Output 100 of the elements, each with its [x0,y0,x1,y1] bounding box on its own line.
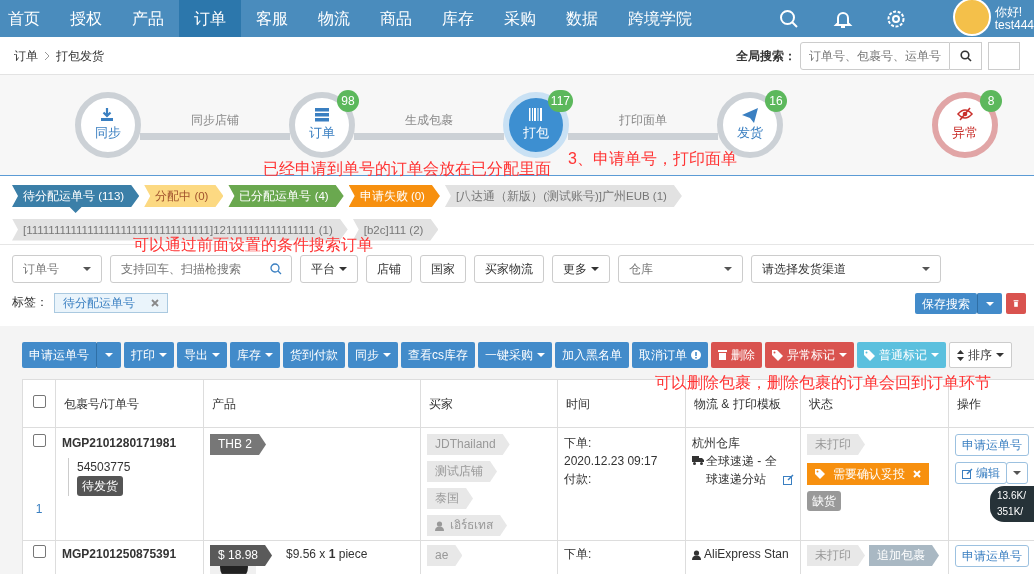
toolbar-button[interactable]: 一键采购 [478,342,552,368]
action-button[interactable]: 申请运单号 [955,545,1029,567]
dropdown-toggle[interactable] [977,293,1002,314]
status-tab[interactable]: 申请失败 (0) [348,185,440,207]
trash-icon [1013,298,1019,309]
nav-tab[interactable]: 授权 [55,0,117,37]
toolbar-button[interactable]: 货到付款 [283,342,345,368]
caret-icon [265,353,273,357]
user-icon [692,549,701,560]
toolbar-button[interactable]: 排序 [949,342,1012,368]
nav-tab[interactable]: 采购 [489,0,551,37]
nav-tab[interactable]: 产品 [117,0,179,37]
column-header: 状态 [809,396,833,411]
avatar[interactable] [952,0,991,36]
filter-button[interactable]: 店铺 [366,255,412,283]
dropdown-toggle[interactable] [96,342,121,368]
toolbar-button[interactable]: 取消订单 [632,342,708,368]
delete-button[interactable] [1006,293,1026,314]
checkbox[interactable] [32,434,46,447]
status-tab[interactable]: 已分配运单号 (4) [228,185,344,207]
status-tag: 未打印 [807,545,865,566]
status-tab[interactable]: 待分配运单号 (113) [12,185,140,213]
warehouse-text: 杭州仓库 [692,435,741,452]
time-text: 下单: [564,435,593,452]
count-badge: 8 [980,90,1002,112]
filter-button[interactable]: 买家物流 [474,255,544,283]
select-field[interactable]: 仓库 [618,255,743,283]
search-icon [270,263,282,275]
toolbar-button[interactable]: 异常标记 [765,342,854,368]
tag-chip[interactable]: 待分配运单号 [54,293,168,313]
step-circle[interactable]: 同步 [75,92,141,158]
edit-icon [962,467,973,479]
tag-icon [864,349,875,361]
step-label: 同步 [95,124,121,143]
toolbar-button[interactable]: 普通标记 [857,342,946,368]
select-field[interactable]: 订单号 [12,255,102,283]
buyer-tag: 泰国 [427,488,473,509]
breadcrumb-link[interactable]: 订单 [14,46,38,65]
select-field[interactable]: 请选择发货渠道 [751,255,941,283]
close-icon [913,470,921,478]
step-label: 发货 [737,124,763,143]
nav-tab[interactable]: 跨境学院 [613,0,707,37]
breadcrumb-current: 打包发货 [56,47,104,65]
toolbar-button[interactable]: 申请运单号 [22,342,96,368]
column-header: 物流 & 打印模板 [694,396,781,411]
package-number[interactable]: MGP2101280171981 [62,434,197,452]
product-quantity: $9.56 x 1 piece [286,546,368,563]
buyer-tag: ae [427,545,463,566]
shipping-text: AliExpress Stan [704,547,789,561]
nav-tab[interactable]: 首页 [0,0,55,37]
connector-label: 打印面单 [619,111,667,129]
search-field[interactable]: 支持回车、扫描枪搜索 [110,255,292,283]
toolbar-button[interactable]: 打印 [124,342,174,368]
filter-button[interactable]: 国家 [420,255,466,283]
checkbox[interactable] [32,545,46,558]
list-icon [314,107,330,124]
checkbox[interactable] [32,394,46,408]
filter-button[interactable]: 更多 [552,255,610,283]
close-icon [151,299,159,307]
toolbar-button[interactable]: 删除 [711,342,762,368]
status-tab[interactable]: [八达通（新版）(测试账号)]广州EUB (1) [444,185,682,207]
edit-icon [783,474,794,485]
user-icon [435,520,444,531]
nav-tab[interactable]: 订单 [179,0,241,37]
nav-tab[interactable]: 商品 [365,0,427,37]
caret-icon [839,353,847,357]
tag-label: 标签： [12,294,48,311]
truck-icon [692,456,704,465]
username[interactable]: test444 [994,18,1034,32]
caret-icon [591,267,599,271]
status-tab[interactable]: 分配中 (0) [144,185,224,207]
nav-tab[interactable]: 客服 [241,0,303,37]
upload-speed: 13.6K/ [997,489,1027,503]
toolbar-button[interactable]: 导出 [177,342,227,368]
action-button[interactable]: 申请运单号 [955,434,1029,456]
search-icon [778,8,799,29]
stock-badge: 缺货 [807,491,841,511]
warning-flag[interactable]: 需要确认妥投 [807,463,929,485]
action-button[interactable]: 编辑 [955,462,1007,484]
greeting-text: 你好! [994,5,1023,19]
toolbar-button[interactable]: 同步 [348,342,398,368]
nav-tab[interactable]: 物流 [303,0,365,37]
nav-tab[interactable]: 数据 [551,0,613,37]
search-icon [959,49,972,62]
search-button[interactable] [950,41,982,70]
time-text: 付款: [564,471,593,488]
caret-icon [922,267,930,271]
price-tag: THB 2 [210,434,266,455]
annotation-text: 已经申请到单号的订单会放在已分配里面 [263,159,551,179]
nav-tab[interactable]: 库存 [427,0,489,37]
filter-button[interactable]: 平台 [300,255,358,283]
info-icon [691,350,701,360]
toolbar-button[interactable]: 查看cs库存 [401,342,475,368]
caret-icon [537,353,545,357]
dropdown-toggle[interactable] [1006,462,1028,484]
toolbar-button[interactable]: 加入黑名单 [555,342,629,368]
shipping-text: 全球速递 - 全球速递分站 [706,453,778,488]
toolbar-button[interactable]: 库存 [230,342,280,368]
search-field[interactable]: 订单号、包裹号、运单号 [800,41,950,70]
save-search-button[interactable]: 保存搜索 [915,293,977,314]
